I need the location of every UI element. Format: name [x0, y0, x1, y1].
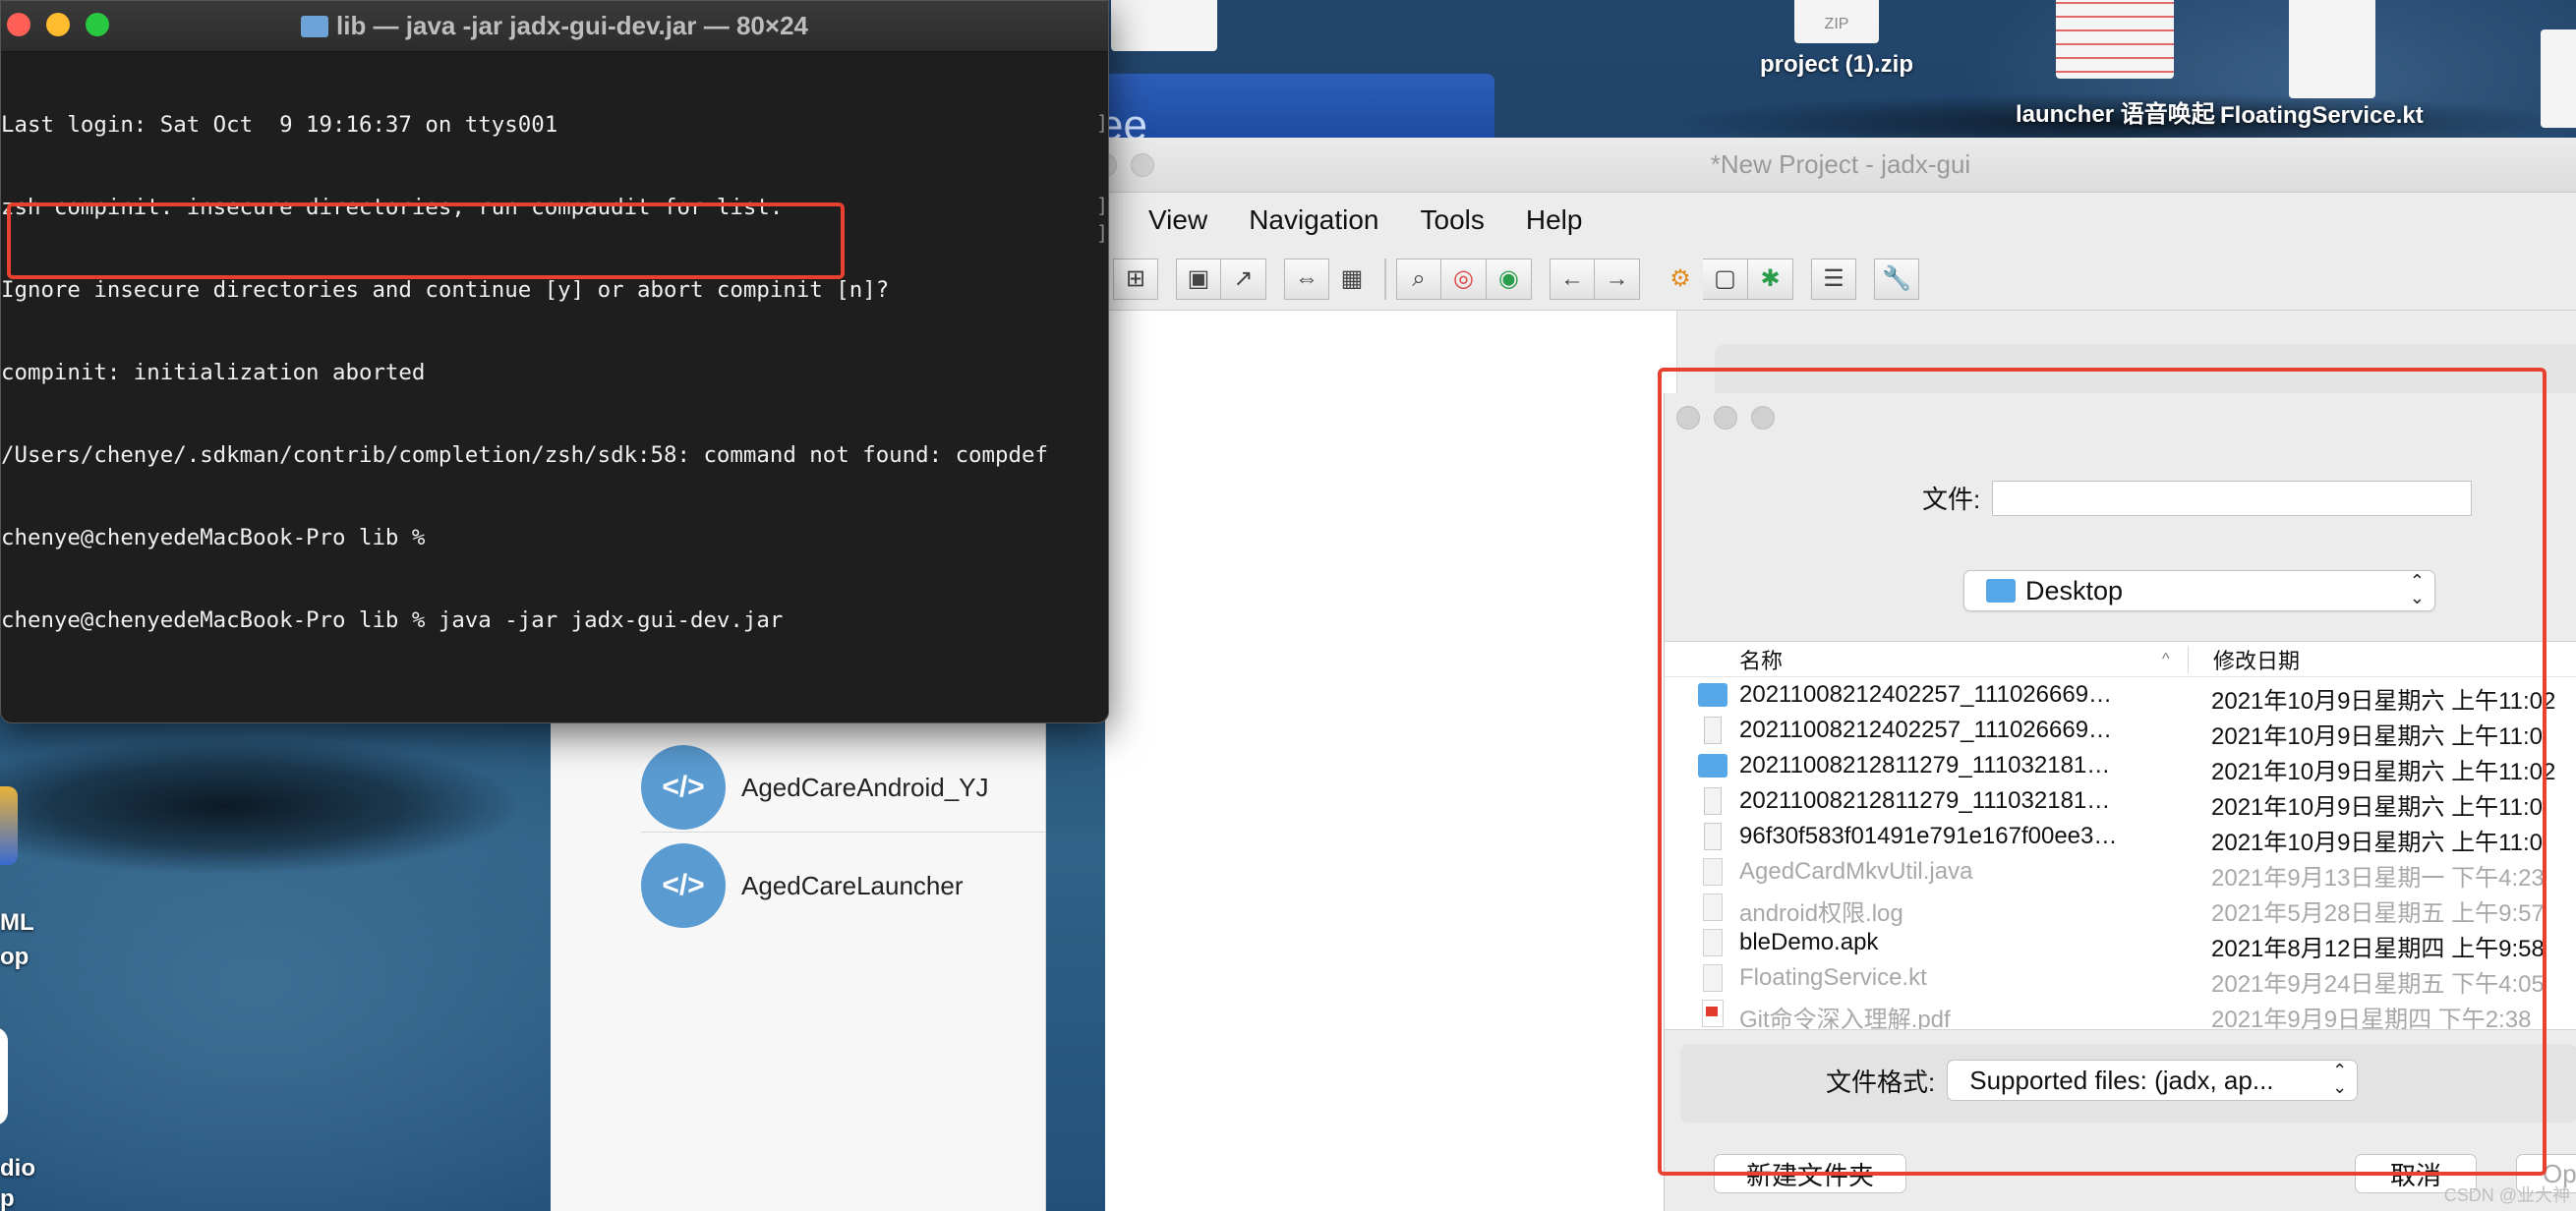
scroll-marker: ] — [1095, 221, 1108, 245]
desktop-floating-file[interactable]: FloatingService.kt — [2220, 0, 2424, 130]
flatten-packages-icon[interactable]: ▦ — [1329, 259, 1375, 300]
forward-icon[interactable]: → — [1595, 258, 1640, 300]
dialog-highlight-box — [1658, 368, 2547, 1176]
terminal-command-line: chenye@chenyedeMacBook-Pro lib % java -j… — [1, 607, 784, 633]
terminal-titlebar[interactable]: lib — java -jar jadx-gui-dev.jar — 80×24 — [1, 1, 1108, 52]
project-name: AgedCareAndroid_YJ — [741, 772, 989, 802]
desktop-zip-label: project (1).zip — [1760, 51, 1914, 78]
terminal-line: Last login: Sat Oct 9 19:16:37 on ttys00… — [1, 112, 558, 138]
jadx-titlebar[interactable]: *New Project - jadx-gui — [1093, 138, 2576, 193]
window-title: *New Project - jadx-gui — [1710, 149, 1971, 179]
terminal-line: chenye@chenyedeMacBook-Pro lib % — [1, 525, 426, 550]
desktop-launcher-label: launcher 语音唤起 — [2016, 101, 2215, 128]
deobfuscation-icon[interactable]: ⚙ — [1658, 259, 1703, 300]
desktop-label-fragment: ML — [0, 909, 34, 936]
menu-help[interactable]: Help — [1526, 204, 1583, 236]
divider — [641, 832, 1046, 833]
desktop-app-icon-partial[interactable] — [0, 786, 18, 865]
desktop-launcher-file[interactable]: launcher 语音唤起 — [2016, 0, 2215, 129]
back-icon[interactable]: ← — [1550, 258, 1595, 300]
menu-navigation[interactable]: Navigation — [1249, 204, 1378, 236]
desktop-file-partial-right[interactable] — [2541, 29, 2576, 128]
project-name: AgedCareLauncher — [741, 870, 964, 900]
code-icon: </> — [641, 843, 726, 928]
find-class-icon[interactable]: ◎ — [1441, 258, 1487, 300]
debug-icon[interactable]: ✱ — [1748, 258, 1793, 300]
desktop-label-fragment: p — [0, 1185, 15, 1211]
recent-projects-panel: </> AgedCareAndroid_YJ </> AgedCareLaunc… — [551, 718, 1046, 1211]
find-usage-icon[interactable]: ◉ — [1487, 258, 1532, 300]
desktop-file-partial[interactable] — [1111, 0, 1217, 51]
folder-icon — [301, 16, 328, 37]
terminal-window[interactable]: lib — java -jar jadx-gui-dev.jar — 80×24… — [0, 0, 1109, 723]
menu-tools[interactable]: Tools — [1421, 204, 1485, 236]
zip-icon: ZIP — [1794, 0, 1879, 43]
preferences-icon[interactable]: 🔧 — [1874, 258, 1919, 300]
document-icon — [2056, 0, 2175, 79]
search-icon[interactable]: ⌕ — [1396, 258, 1441, 300]
scroll-marker: ] — [1095, 111, 1108, 135]
code-icon: </> — [641, 745, 726, 830]
document-icon — [2289, 0, 2375, 98]
desktop-label-fragment: dio — [0, 1155, 35, 1182]
desktop-label-fragment: op — [0, 944, 29, 970]
project-item[interactable]: </> AgedCareLauncher — [641, 843, 964, 928]
add-files-icon[interactable]: ⊞ — [1113, 258, 1158, 300]
save-icon[interactable]: ▣ — [1176, 258, 1221, 300]
background-app-window[interactable]: ee — [1072, 74, 1494, 149]
watermark: CSDN @业大神 — [2443, 1185, 2570, 1205]
desktop-app-icon-partial[interactable] — [0, 1027, 8, 1125]
sync-tree-icon[interactable]: ⇔ — [1284, 258, 1329, 300]
desktop-floating-label: FloatingService.kt — [2220, 102, 2424, 129]
project-item[interactable]: </> AgedCareAndroid_YJ — [641, 745, 989, 830]
terminal-output[interactable]: Last login: Sat Oct 9 19:16:37 on ttys00… — [1, 52, 1108, 689]
desktop-wallpaper-rocks — [0, 718, 551, 885]
export-icon[interactable]: ↗ — [1221, 258, 1266, 300]
menu-bar: View Navigation Tools Help — [1105, 193, 2576, 248]
auto-decompile-icon[interactable]: ▢ — [1703, 258, 1748, 300]
terminal-title-text: lib — java -jar jadx-gui-dev.jar — 80×24 — [336, 11, 808, 40]
terminal-line: /Users/chenye/.sdkman/contrib/completion… — [1, 442, 1048, 468]
terminal-title: lib — java -jar jadx-gui-dev.jar — 80×24 — [1, 11, 1108, 41]
terminal-line: compinit: initialization aborted — [1, 360, 426, 385]
project-tree-panel[interactable] — [1105, 311, 1677, 1211]
terminal-line: Ignore insecure directories and continue… — [1, 277, 890, 303]
desktop-zip-file[interactable]: ZIP project (1).zip — [1760, 0, 1913, 79]
log-viewer-icon[interactable]: ☰ — [1811, 258, 1856, 300]
menu-view[interactable]: View — [1148, 204, 1207, 236]
command-highlight-box — [7, 202, 845, 279]
toolbar: ⊞ ▣ ↗ ⇔ ▦ ⌕ ◎ ◉ ← → ⚙ ▢ ✱ ☰ 🔧 — [1105, 248, 2576, 311]
scroll-marker: ] — [1095, 194, 1108, 217]
